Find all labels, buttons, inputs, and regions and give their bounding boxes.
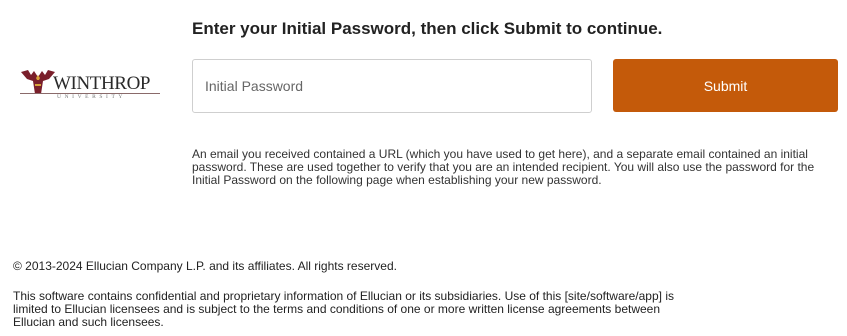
page-instruction: Enter your Initial Password, then click … — [192, 19, 663, 38]
initial-password-input[interactable] — [192, 59, 592, 113]
copyright-text: © 2013-2024 Ellucian Company L.P. and it… — [13, 259, 397, 273]
submit-button[interactable]: Submit — [613, 59, 838, 112]
legal-notice: This software contains confidential and … — [13, 289, 674, 329]
help-text: An email you received contained a URL (w… — [192, 147, 815, 187]
eagle-logo-icon — [21, 70, 55, 94]
logo-wordmark: WINTHROP — [53, 73, 151, 94]
winthrop-logo: WINTHROP UNIVERSITY — [20, 66, 170, 108]
logo-subtitle: UNIVERSITY — [57, 94, 126, 100]
